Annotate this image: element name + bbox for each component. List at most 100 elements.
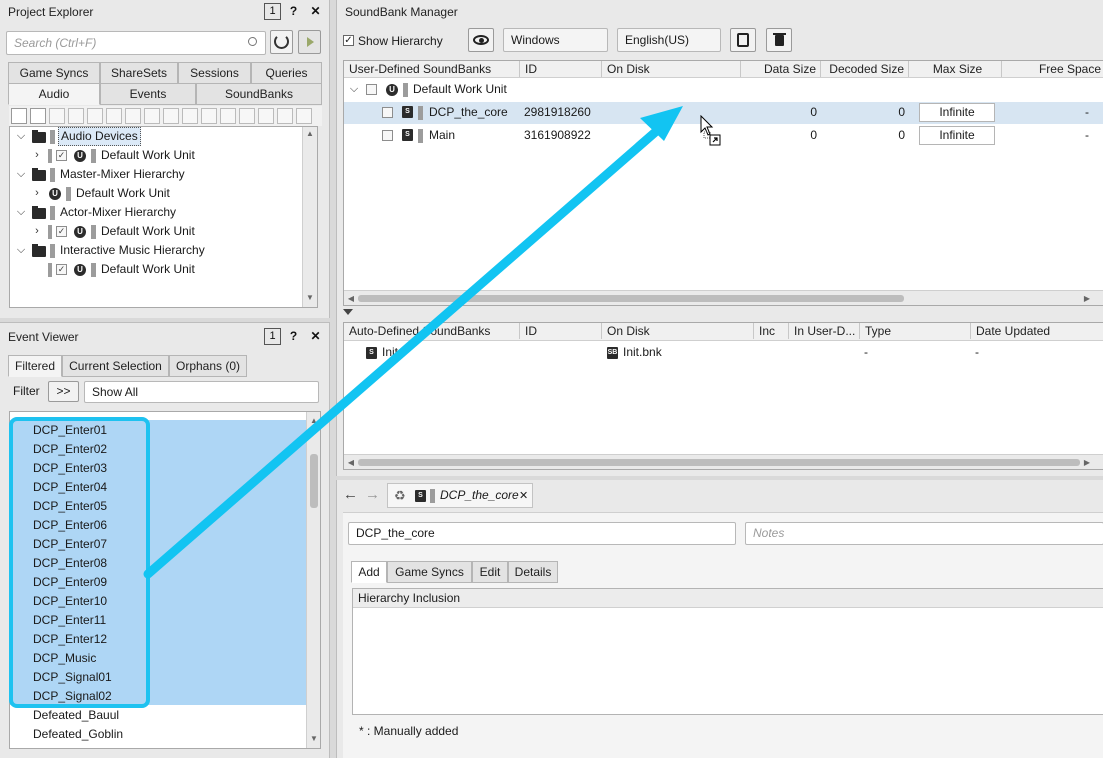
col-data-size[interactable]: Data Size [741, 61, 821, 77]
tree-row-interactive-music[interactable]: ⌵ Interactive Music Hierarchy [10, 241, 310, 260]
refresh-button[interactable] [270, 30, 293, 54]
tree-row-actor-mixer-wu[interactable]: › ✓ U Default Work Unit [10, 222, 310, 241]
window-count-badge[interactable]: 1 [264, 328, 281, 345]
delete-button[interactable] [766, 28, 792, 52]
object-name-input[interactable]: DCP_the_core [348, 522, 736, 545]
scroll-thumb[interactable] [358, 295, 904, 302]
col-max-size[interactable]: Max Size [909, 61, 1002, 77]
filter-input[interactable]: Show All [84, 381, 319, 403]
event-list-item[interactable]: Defeated_Bauul [33, 706, 119, 725]
col-on-disk[interactable]: On Disk [602, 61, 741, 77]
close-icon[interactable]: ✕ [307, 3, 324, 20]
tree-row-actor-mixer[interactable]: ⌵ Actor-Mixer Hierarchy [10, 203, 310, 222]
scroll-down-arrow[interactable]: ▼ [309, 734, 319, 743]
editor-tab[interactable]: ♻ S DCP_the_core ✕ [387, 483, 533, 508]
close-icon[interactable]: ✕ [307, 328, 324, 345]
voice-filter-icon[interactable] [239, 108, 255, 124]
chevron-down-icon[interactable]: ⌵ [15, 241, 27, 260]
hierarchy-inclusion-header[interactable]: Hierarchy Inclusion [353, 589, 1103, 608]
platform-select[interactable]: Windows [503, 28, 608, 52]
col-auto-date[interactable]: Date Updated [971, 323, 1103, 339]
col-auto-defined[interactable]: Auto-Defined SoundBanks [344, 323, 520, 339]
segment-filter-icon[interactable] [277, 108, 293, 124]
workunit-filter-icon[interactable] [11, 108, 27, 124]
tree-row-audio-devices-wu[interactable]: › ✓ U Default Work Unit [10, 146, 310, 165]
mixer-filter-icon[interactable] [68, 108, 84, 124]
auto-list-hscroll[interactable]: ◀ ▶ [344, 454, 1103, 469]
chevron-right-icon[interactable]: › [31, 146, 43, 165]
generate-button[interactable] [730, 28, 756, 52]
chevron-right-icon[interactable]: › [31, 184, 43, 203]
include-checkbox[interactable] [366, 84, 377, 95]
sync-button[interactable] [298, 30, 321, 54]
chevron-right-icon[interactable]: › [31, 222, 43, 241]
back-arrow-icon[interactable]: ← [343, 486, 358, 503]
language-select[interactable]: English(US) [617, 28, 721, 52]
tab-events[interactable]: Events [100, 83, 196, 105]
max-size-field[interactable]: Infinite [919, 126, 995, 145]
folder-filter-icon[interactable] [30, 108, 46, 124]
scroll-right-arrow[interactable]: ▶ [1082, 294, 1092, 303]
grid-filter-icon[interactable] [106, 108, 122, 124]
tree-row-interactive-music-wu[interactable]: ✓ U Default Work Unit [10, 260, 310, 279]
auto-bank-row[interactable]: S Init SB Init.bnk - - [344, 343, 1103, 362]
scroll-down-arrow[interactable]: ▼ [305, 293, 315, 302]
tab-game-syncs[interactable]: Game Syncs [8, 62, 100, 84]
scroll-thumb[interactable] [310, 454, 318, 508]
project-search-input[interactable]: Search (Ctrl+F) [6, 31, 266, 55]
include-checkbox[interactable] [382, 107, 393, 118]
col-auto-inc[interactable]: Inc [754, 323, 789, 339]
scroll-up-arrow[interactable]: ▲ [309, 416, 319, 425]
help-icon[interactable]: ? [285, 328, 302, 345]
sound-filter-icon[interactable] [220, 108, 236, 124]
scroll-right-arrow[interactable]: ▶ [1082, 458, 1092, 467]
col-id[interactable]: ID [520, 61, 602, 77]
tree-scrollbar[interactable]: ▲ ▼ [302, 127, 317, 307]
sequence-filter-icon[interactable] [163, 108, 179, 124]
include-checkbox[interactable]: ✓ [56, 264, 67, 275]
scroll-left-arrow[interactable]: ◀ [346, 294, 356, 303]
window-count-badge[interactable]: 1 [264, 3, 281, 20]
chevron-down-icon[interactable]: ⌵ [348, 80, 360, 99]
switch-filter-icon[interactable] [144, 108, 160, 124]
forward-arrow-icon[interactable]: → [365, 486, 380, 503]
scroll-up-arrow[interactable]: ▲ [305, 129, 315, 138]
tab-game-syncs[interactable]: Game Syncs [387, 561, 472, 583]
notes-input[interactable]: Notes [745, 522, 1103, 545]
tab-soundbanks[interactable]: SoundBanks [196, 83, 322, 105]
show-hierarchy-checkbox[interactable]: ✓ [343, 35, 354, 46]
include-checkbox[interactable]: ✓ [56, 226, 67, 237]
view-button[interactable] [468, 28, 494, 52]
tab-edit[interactable]: Edit [472, 561, 508, 583]
tree-row-master-mixer-wu[interactable]: › U Default Work Unit [10, 184, 310, 203]
tab-details[interactable]: Details [508, 561, 558, 583]
blend-filter-icon[interactable] [201, 108, 217, 124]
workunit-row[interactable]: ⌵ U Default Work Unit [344, 80, 1103, 99]
tab-orphans[interactable]: Orphans (0) [169, 355, 247, 377]
shuffle-filter-icon[interactable] [182, 108, 198, 124]
random-filter-icon[interactable] [125, 108, 141, 124]
close-icon[interactable]: ✕ [519, 489, 528, 502]
chevron-down-icon[interactable]: ⌵ [15, 127, 27, 146]
tree-row-audio-devices[interactable]: ⌵ Audio Devices [10, 127, 310, 146]
max-size-field[interactable]: Infinite [919, 103, 995, 122]
actor-filter-icon[interactable] [49, 108, 65, 124]
event-list-item[interactable]: Defeated_Goblin [33, 725, 123, 744]
event-list-scrollbar[interactable]: ▲ ▼ [306, 412, 320, 748]
col-auto-type[interactable]: Type [860, 323, 971, 339]
col-decoded-size[interactable]: Decoded Size [821, 61, 909, 77]
tab-sharesets[interactable]: ShareSets [100, 62, 178, 84]
tab-filtered[interactable]: Filtered [8, 355, 62, 377]
scroll-thumb[interactable] [358, 459, 1080, 466]
splitter-handle[interactable] [343, 309, 353, 315]
tab-add[interactable]: Add [351, 561, 387, 583]
include-checkbox[interactable]: ✓ [56, 150, 67, 161]
filter-expand-button[interactable]: >> [48, 381, 79, 402]
chevron-down-icon[interactable]: ⌵ [15, 165, 27, 184]
tab-current-selection[interactable]: Current Selection [62, 355, 169, 377]
help-icon[interactable]: ? [285, 3, 302, 20]
tab-audio[interactable]: Audio [8, 83, 100, 105]
track-filter-icon[interactable] [296, 108, 312, 124]
col-user-defined[interactable]: User-Defined SoundBanks [344, 61, 520, 77]
chevron-down-icon[interactable]: ⌵ [15, 203, 27, 222]
